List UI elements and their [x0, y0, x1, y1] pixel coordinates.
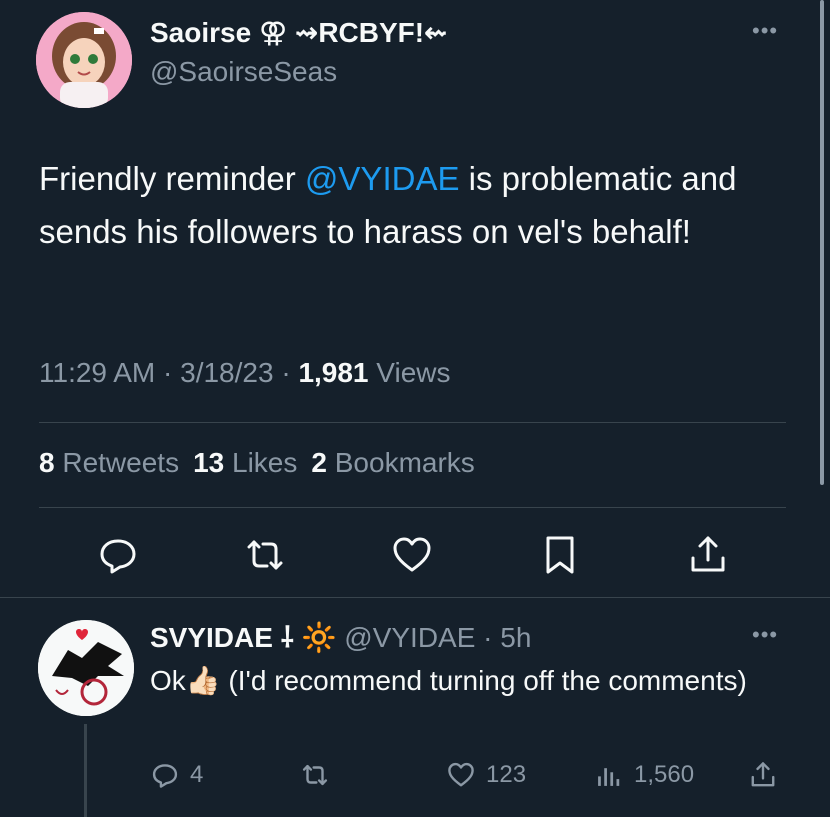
retweets-label: Retweets: [62, 447, 180, 478]
share-icon: [751, 762, 775, 787]
tweet-action-bar: [0, 533, 830, 577]
reply-text: Ok👍🏻 (I'd recommend turning off the comm…: [150, 665, 747, 696]
like-count: 123: [486, 761, 527, 788]
bookmarks-stat[interactable]: 2 Bookmarks: [311, 447, 474, 479]
like-button[interactable]: 123: [446, 757, 526, 793]
retweet-button[interactable]: [300, 757, 330, 793]
reply-count: 4: [190, 761, 204, 788]
views-label: Views: [376, 357, 451, 388]
share-button[interactable]: [748, 757, 778, 793]
likes-stat[interactable]: 13 Likes: [193, 447, 297, 479]
user-handle[interactable]: @SaoirseSeas: [150, 56, 337, 88]
reply-icon: [152, 764, 178, 788]
bookmarks-label: Bookmarks: [334, 447, 475, 478]
views-icon: [598, 768, 620, 786]
display-name[interactable]: Saoirse ⚢ ⇝RCBYF!⇜: [150, 16, 448, 49]
tweet-date[interactable]: 3/18/23: [180, 357, 273, 388]
likes-count: 13: [193, 447, 225, 478]
share-icon[interactable]: [686, 533, 730, 577]
retweet-icon[interactable]: [243, 533, 287, 577]
views-count: 1,981: [298, 357, 369, 388]
retweet-icon: [302, 764, 328, 786]
divider: [39, 422, 786, 423]
avatar[interactable]: [36, 12, 132, 108]
reply-icon[interactable]: [96, 533, 140, 577]
engagement-stats: 8 Retweets 13 Likes 2 Bookmarks: [39, 447, 489, 479]
tweet-time[interactable]: 11:29 AM: [39, 357, 155, 388]
reply-handle[interactable]: @VYIDAE: [344, 622, 475, 653]
tweet-meta: 11:29 AM · 3/18/23 · 1,981 Views: [39, 357, 451, 388]
reply-avatar[interactable]: [38, 620, 134, 716]
reply-display-name[interactable]: SVYIDAE ⸸ 🔆: [150, 622, 336, 653]
retweets-stat[interactable]: 8 Retweets: [39, 447, 179, 479]
bookmarks-count: 2: [311, 447, 327, 478]
more-options-icon[interactable]: •••: [752, 18, 778, 44]
tweet-text: Friendly reminder @VYIDAE is problematic…: [39, 152, 779, 258]
reply-header: SVYIDAE ⸸ 🔆 @VYIDAE · 5h: [150, 622, 532, 653]
divider: [39, 507, 786, 508]
bookmark-icon[interactable]: [538, 533, 582, 577]
scrollbar[interactable]: [820, 0, 824, 485]
retweets-count: 8: [39, 447, 55, 478]
view-count: 1,560: [634, 761, 695, 788]
tweet-text-before: Friendly reminder: [39, 160, 305, 197]
reply-button[interactable]: 4: [150, 757, 203, 793]
like-icon[interactable]: [390, 533, 434, 577]
views-button[interactable]: 1,560: [594, 757, 694, 793]
more-options-icon[interactable]: •••: [752, 622, 778, 648]
section-divider: [0, 597, 830, 598]
likes-label: Likes: [232, 447, 298, 478]
like-icon: [448, 762, 474, 787]
reply-action-bar: 4 123 1,560: [0, 757, 830, 793]
reply-age[interactable]: 5h: [500, 622, 531, 653]
mention-link[interactable]: @VYIDAE: [305, 160, 460, 197]
